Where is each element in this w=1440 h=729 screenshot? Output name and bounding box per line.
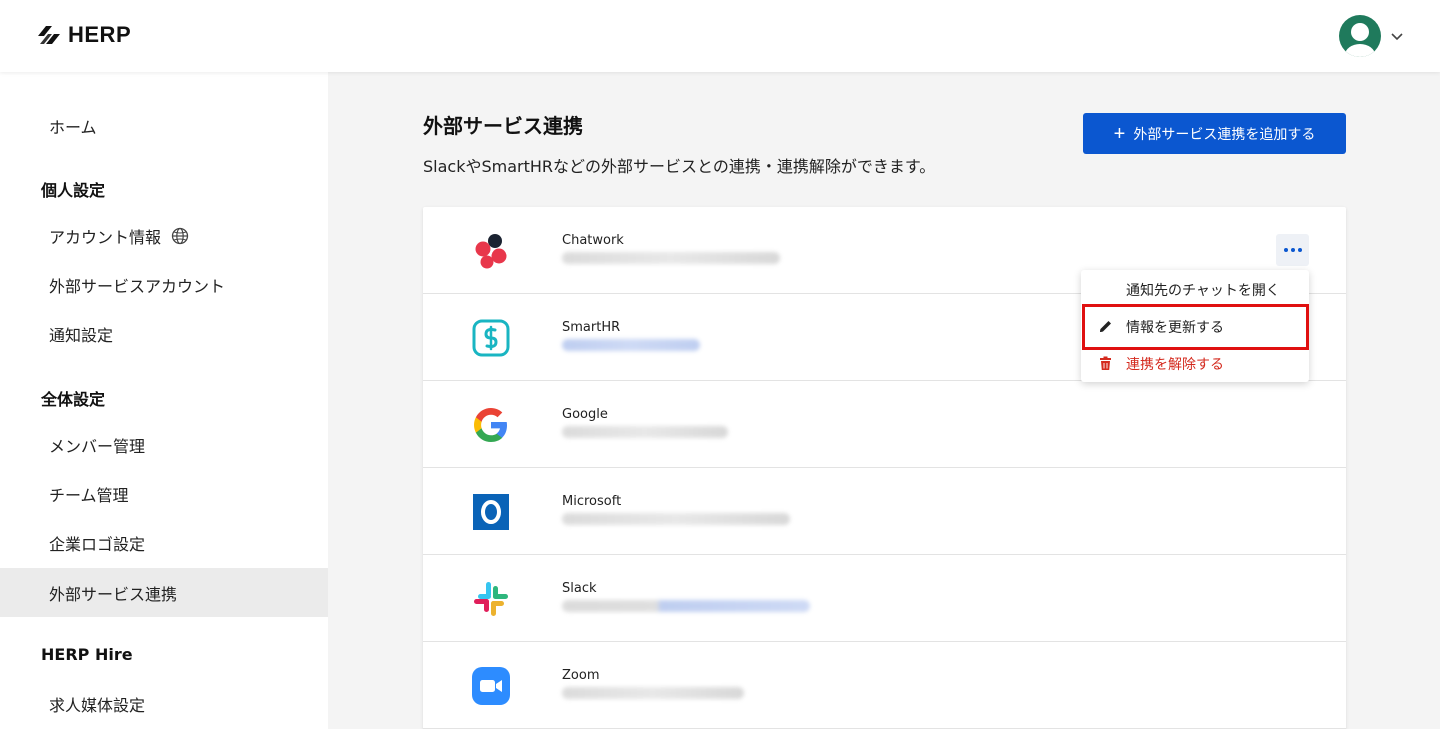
globe-icon [171,227,189,244]
service-detail-redacted [562,426,728,438]
add-integration-button[interactable]: + 外部サービス連携を追加する [1083,113,1346,154]
more-options-button[interactable] [1276,234,1309,266]
dot-icon [1283,248,1288,252]
zoom-logo-icon [472,667,510,705]
page-title: 外部サービス連携 [423,114,583,138]
service-name: SmartHR [562,320,621,335]
sidebar-item-label: 求人媒体設定 [49,695,146,715]
herp-logo[interactable]: HERP [36,22,131,48]
user-avatar[interactable] [1339,15,1381,57]
sidebar-item-label: チーム管理 [49,485,129,505]
chevron-down-icon[interactable] [1389,28,1405,44]
chatwork-logo-icon [475,234,507,269]
menu-item-update-info[interactable]: 情報を更新する [1081,308,1309,345]
sidebar: ホーム 個人設定 アカウント情報 外部サービスアカウント 通知設定 全体設定 メ… [0,72,328,729]
sidebar-item-external-accounts[interactable]: 外部サービスアカウント [0,260,328,309]
sidebar-heading-personal: 個人設定 [41,181,106,200]
menu-item-label: 連携を解除する [1126,356,1224,373]
integration-row-slack[interactable]: Slack [423,555,1346,642]
sidebar-item-job-media[interactable]: 求人媒体設定 [0,679,328,728]
service-detail-redacted [562,687,744,699]
herp-logo-icon [38,26,60,44]
smarthr-logo-icon [472,319,510,357]
service-detail-redacted [562,339,700,351]
plus-icon: + [1113,122,1126,145]
sidebar-item-account-info[interactable]: アカウント情報 [0,211,328,260]
row-options-menu: 通知先のチャットを開く 情報を更新する 連携を解除する [1081,270,1309,382]
service-name: Zoom [562,668,600,683]
service-name: Slack [562,581,597,596]
top-bar: HERP [0,0,1440,72]
menu-item-label: 通知先のチャットを開く [1126,282,1280,299]
trash-icon [1100,356,1111,370]
sidebar-item-label: 通知設定 [49,325,114,345]
integration-row-microsoft[interactable]: Microsoft [423,468,1346,555]
sidebar-heading-global: 全体設定 [41,390,106,409]
sidebar-item-home[interactable]: ホーム [0,101,328,150]
avatar-person-icon [1345,23,1375,57]
logo-text: HERP [68,22,132,47]
dot-icon [1297,248,1302,252]
outlook-logo-icon [473,494,509,530]
sidebar-item-members[interactable]: メンバー管理 [0,420,328,469]
sidebar-item-notification-settings[interactable]: 通知設定 [0,309,328,358]
pencil-icon [1100,321,1111,332]
service-detail-redacted [562,252,780,264]
dot-icon [1290,248,1295,252]
service-name: Chatwork [562,233,624,248]
service-name: Microsoft [562,494,622,509]
google-logo-icon [474,408,507,442]
sidebar-item-label: ホーム [49,117,97,137]
sidebar-item-label: メンバー管理 [49,436,146,456]
service-detail-redacted [562,600,810,612]
add-integration-label: 外部サービス連携を追加する [1133,125,1316,142]
sidebar-item-external-integrations[interactable]: 外部サービス連携 [0,568,328,617]
menu-item-open-chat[interactable]: 通知先のチャットを開く [1081,271,1309,308]
integration-row-zoom[interactable]: Zoom [423,642,1346,729]
service-name: Google [562,407,608,422]
sidebar-item-label: 外部サービス連携 [49,584,178,604]
page-description: SlackやSmartHRなどの外部サービスとの連携・連携解除ができます。 [423,157,936,176]
sidebar-item-label: 企業ロゴ設定 [49,534,146,554]
sidebar-item-company-logo[interactable]: 企業ロゴ設定 [0,518,328,567]
menu-item-label: 情報を更新する [1126,319,1224,336]
integration-row-google[interactable]: Google [423,381,1346,468]
slack-logo-icon [474,582,508,616]
sidebar-item-teams[interactable]: チーム管理 [0,469,328,518]
sidebar-item-label: アカウント情報 [49,227,162,247]
service-detail-redacted [562,513,790,525]
sidebar-item-label: 外部サービスアカウント [49,276,226,296]
menu-item-disconnect[interactable]: 連携を解除する [1081,345,1309,382]
sidebar-heading-herp-hire: HERP Hire [41,645,133,664]
